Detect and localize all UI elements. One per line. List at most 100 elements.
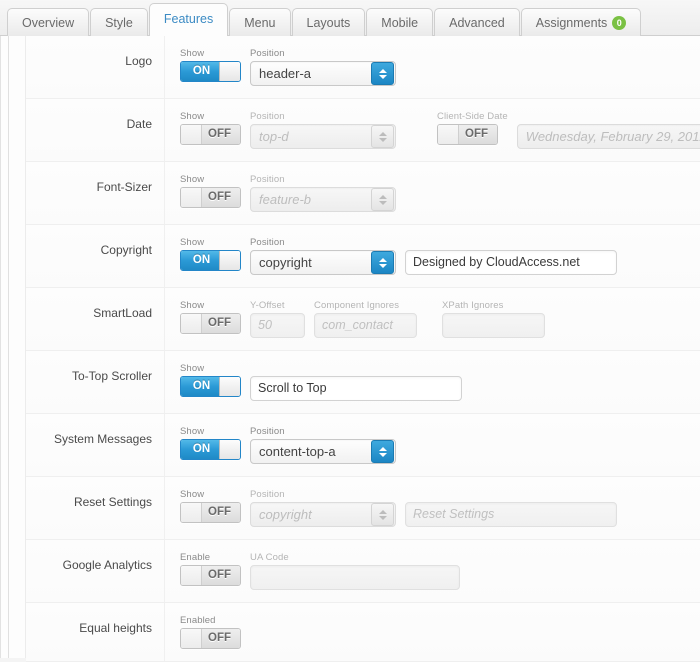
logo-show-toggle-state: ON [181, 62, 222, 81]
client-side-date-toggle[interactable]: OFF [437, 124, 498, 145]
date-position-select[interactable]: top-d [250, 124, 396, 149]
equal-heights-enabled-field: Enabled OFF [180, 615, 241, 649]
toggle-knob [181, 503, 202, 522]
font-sizer-show-toggle[interactable]: OFF [180, 187, 241, 208]
logo-position-field: Position header-a [250, 48, 396, 86]
copyright-position-field: Position copyright [250, 237, 396, 275]
system-messages-show-toggle-state: ON [181, 440, 222, 459]
google-analytics-ua-input[interactable] [250, 565, 460, 590]
tab-features[interactable]: Features [148, 3, 229, 36]
chevron-updown-icon[interactable] [371, 251, 394, 274]
totop-text-field: Scroll to Top [250, 363, 462, 401]
date-position-label: Position [250, 111, 285, 122]
font-sizer-position-value: feature-b [259, 192, 312, 207]
toggle-knob [219, 251, 240, 270]
equal-heights-enabled-toggle[interactable]: OFF [180, 628, 241, 649]
toggle-knob [438, 125, 459, 144]
row-equal-heights-fields: Enabled OFF [165, 603, 700, 661]
toggle-knob [219, 440, 240, 459]
client-side-date-toggle-state: OFF [456, 125, 497, 144]
logo-show-field: Show ON [180, 48, 241, 82]
reset-settings-show-toggle[interactable]: OFF [180, 502, 241, 523]
smartload-xpath-ignores-input[interactable] [442, 313, 545, 338]
row-smartload-fields: Show OFF Y-Offset 50 Component Ignores c… [165, 288, 700, 350]
system-messages-position-field: Position content-top-a [250, 426, 396, 464]
totop-show-label: Show [180, 363, 205, 374]
date-value-text: Wednesday, February 29, 2012 [525, 129, 700, 144]
date-show-field: Show OFF [180, 111, 241, 145]
date-value-select[interactable]: Wednesday, February 29, 2012 [516, 124, 700, 149]
toggle-knob [181, 125, 202, 144]
date-show-toggle[interactable]: OFF [180, 124, 241, 145]
tab-label: Menu [244, 16, 276, 30]
tab-assignments[interactable]: Assignments 0 [520, 8, 642, 36]
reset-settings-show-label: Show [180, 489, 205, 500]
tab-advanced[interactable]: Advanced [434, 8, 520, 36]
row-date-label: Date [26, 99, 165, 161]
tab-style[interactable]: Style [90, 8, 148, 36]
system-messages-position-select[interactable]: content-top-a [250, 439, 396, 464]
font-sizer-show-toggle-state: OFF [199, 188, 240, 207]
smartload-yoffset-input[interactable]: 50 [250, 313, 305, 338]
row-smartload: SmartLoad Show OFF Y-Offset 50 Component… [26, 288, 700, 351]
date-position-field: Position top-d [250, 111, 396, 149]
copyright-position-select[interactable]: copyright [250, 250, 396, 275]
reset-settings-position-value: copyright [259, 507, 312, 522]
totop-show-toggle[interactable]: ON [180, 376, 241, 397]
row-system-messages: System Messages Show ON Position content… [26, 414, 700, 477]
features-panel: Logo Show ON Position header-a Date Show… [0, 36, 700, 662]
copyright-show-toggle-state: ON [181, 251, 222, 270]
smartload-show-toggle[interactable]: OFF [180, 313, 241, 334]
reset-settings-position-label: Position [250, 489, 285, 500]
totop-show-toggle-state: ON [181, 377, 222, 396]
logo-show-toggle[interactable]: ON [180, 61, 241, 82]
row-smartload-label: SmartLoad [26, 288, 165, 350]
date-value-field: Wednesday, February 29, 2012 [516, 111, 700, 149]
tab-mobile[interactable]: Mobile [366, 8, 434, 36]
tab-bar: Overview Style Features Menu Layouts Mob… [0, 0, 700, 36]
font-sizer-position-select[interactable]: feature-b [250, 187, 396, 212]
logo-position-label: Position [250, 48, 285, 59]
logo-position-select[interactable]: header-a [250, 61, 396, 86]
toggle-knob [181, 629, 202, 648]
row-system-messages-fields: Show ON Position content-top-a [165, 414, 700, 476]
system-messages-show-field: Show ON [180, 426, 241, 460]
row-reset-settings-fields: Show OFF Position copyright Reset Settin… [165, 477, 700, 539]
logo-show-label: Show [180, 48, 205, 59]
chevron-updown-icon[interactable] [371, 440, 394, 463]
smartload-show-toggle-state: OFF [199, 314, 240, 333]
row-logo-label: Logo [26, 36, 165, 98]
font-sizer-position-label: Position [250, 174, 285, 185]
tab-menu[interactable]: Menu [229, 8, 291, 36]
toggle-knob [181, 188, 202, 207]
reset-settings-text-input[interactable]: Reset Settings [405, 502, 617, 527]
chevron-updown-icon[interactable] [371, 188, 394, 211]
row-google-analytics-label: Google Analytics [26, 540, 165, 602]
smartload-xpath-ignores-label: XPath Ignores [442, 300, 504, 311]
row-equal-heights: Equal heights Enabled OFF [26, 603, 700, 662]
smartload-yoffset-label: Y-Offset [250, 300, 285, 311]
reset-settings-position-select[interactable]: copyright [250, 502, 396, 527]
copyright-text-input[interactable]: Designed by CloudAccess.net [405, 250, 617, 275]
tab-layouts[interactable]: Layouts [291, 8, 366, 36]
google-analytics-ua-field: UA Code [250, 552, 460, 590]
smartload-component-ignores-input[interactable]: com_contact [314, 313, 417, 338]
system-messages-show-toggle[interactable]: ON [180, 439, 241, 460]
chevron-updown-icon[interactable] [371, 503, 394, 526]
tab-label: Advanced [449, 16, 505, 30]
row-google-analytics: Google Analytics Enable OFF UA Code [26, 540, 700, 603]
totop-text-input[interactable]: Scroll to Top [250, 376, 462, 401]
logo-position-value: header-a [259, 66, 312, 81]
chevron-updown-icon[interactable] [371, 125, 394, 148]
copyright-show-toggle[interactable]: ON [180, 250, 241, 271]
assignments-count-badge: 0 [612, 16, 627, 30]
tab-label: Assignments [535, 16, 608, 30]
toggle-knob [219, 377, 240, 396]
chevron-updown-icon[interactable] [371, 62, 394, 85]
tab-overview[interactable]: Overview [7, 8, 90, 36]
equal-heights-enabled-label: Enabled [180, 615, 216, 626]
row-to-top-scroller-label: To-Top Scroller [26, 351, 165, 413]
google-analytics-enable-toggle[interactable]: OFF [180, 565, 241, 586]
system-messages-position-value: content-top-a [259, 444, 336, 459]
row-font-sizer-label: Font-Sizer [26, 162, 165, 224]
